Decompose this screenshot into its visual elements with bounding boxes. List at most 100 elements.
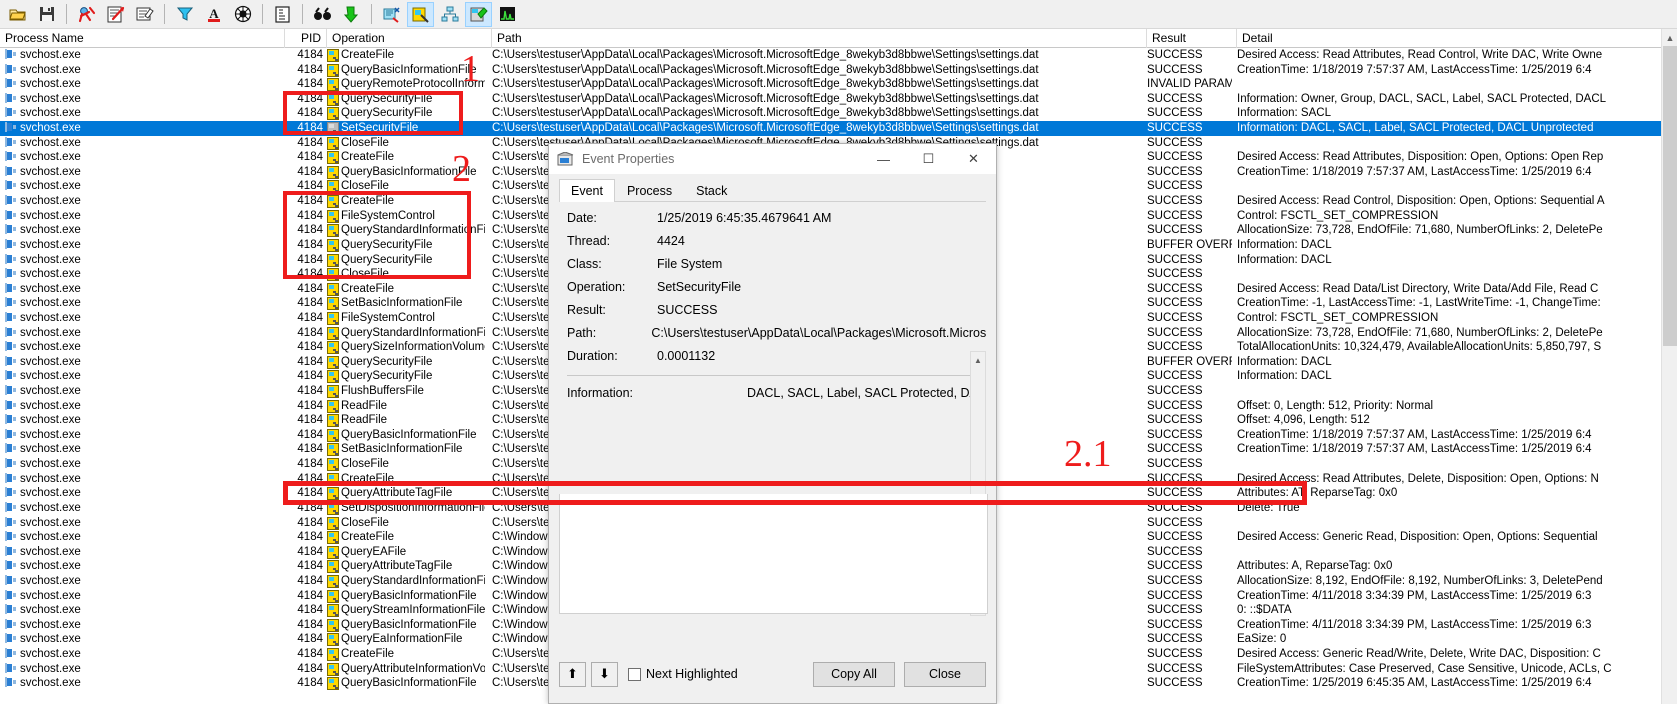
column-header-path[interactable]: Path	[492, 29, 1147, 48]
cell-operation: SetBasicInformationFile	[327, 442, 485, 457]
cell-operation: CloseFile	[327, 267, 485, 282]
cell-result: SUCCESS	[1147, 49, 1203, 61]
information-scroll-up-arrow[interactable]: ▲	[971, 352, 985, 368]
dialog-titlebar[interactable]: Event Properties — ☐ ✕	[549, 144, 996, 174]
table-row[interactable]: svchost.exe 4184 SetSecurityFile C:\Users\t…	[0, 121, 1677, 136]
field-row: Thread: 4424	[559, 234, 986, 248]
cell-detail: CreationTime: 1/25/2019 6:45:35 AM, Last…	[1237, 677, 1592, 690]
column-header-operation[interactable]: Operation	[327, 29, 492, 48]
cell-process-name: svchost.exe	[5, 647, 285, 662]
cell-detail	[1237, 457, 1657, 472]
cell-pid: 4184	[297, 472, 323, 485]
dialog-fields: Date: 1/25/2019 6:45:35.4679641 AM Thread:…	[559, 211, 986, 363]
process-icon	[5, 355, 16, 366]
column-header-result[interactable]: Result	[1147, 29, 1237, 48]
next-highlighted-checkbox[interactable]	[628, 667, 641, 681]
operation-text: QueryStandardInformationFile	[341, 574, 485, 587]
field-value: 1/25/2019 6:45:35.4679641 AM	[657, 211, 832, 225]
separator-2	[164, 4, 165, 24]
dialog-body: Event Process Stack Date: 1/25/2019 6:45:35…	[549, 177, 996, 400]
dialog-close-action-button[interactable]: Close	[904, 661, 986, 687]
field-label: Duration:	[567, 349, 618, 363]
column-header-pid[interactable]: PID	[285, 29, 327, 48]
process-icon	[5, 560, 16, 571]
operation-text: SetSecurityFile	[341, 122, 419, 135]
file-operation-icon	[327, 677, 339, 691]
table-row[interactable]: svchost.exe 4184 QuerySecurityFile C:\Users…	[0, 106, 1677, 121]
cell-detail	[1237, 545, 1657, 560]
column-header-process[interactable]: Process Name	[0, 29, 285, 48]
cell-process-name: svchost.exe	[5, 48, 285, 63]
cell-detail: Attributes: A, ReparseTag: 0x0	[1237, 560, 1393, 573]
network-activity-icon[interactable]	[436, 2, 463, 27]
profiling-icon[interactable]	[494, 2, 521, 27]
process-icon	[5, 224, 16, 235]
cell-process-name: svchost.exe	[5, 165, 285, 180]
dialog-minimize-button[interactable]: —	[861, 145, 906, 174]
capture-icon[interactable]	[73, 2, 100, 27]
cell-pid: 4184	[297, 589, 323, 602]
include-process-icon[interactable]	[229, 2, 256, 27]
table-row[interactable]: svchost.exe 4184 QueryRemoteProtocolInform…	[0, 77, 1677, 92]
process-name-text: svchost.exe	[20, 63, 81, 76]
operation-text: QuerySizeInformationVolume	[341, 341, 485, 354]
cell-process-name: svchost.exe	[5, 194, 285, 209]
field-label: Result:	[567, 303, 606, 317]
file-operation-icon	[327, 560, 339, 574]
operation-text: SetBasicInformationFile	[341, 443, 463, 456]
cell-detail: AllocationSize: 73,728, EndOfFile: 71,68…	[1237, 326, 1603, 339]
filter-icon[interactable]	[171, 2, 198, 27]
cell-result: BUFFER OVERFL	[1147, 355, 1232, 368]
main-vertical-scrollbar[interactable]: ▲	[1661, 29, 1677, 704]
cell-process-name: svchost.exe	[5, 516, 285, 531]
open-icon[interactable]	[4, 2, 31, 27]
event-properties-dialog[interactable]: Event Properties — ☐ ✕ Event Process Stack…	[548, 143, 997, 704]
tab-stack[interactable]: Stack	[684, 179, 739, 202]
cell-pid: 4184	[297, 574, 323, 587]
process-tree-icon[interactable]	[338, 2, 365, 27]
table-row[interactable]: svchost.exe 4184 QuerySecurityFile C:\Users…	[0, 92, 1677, 107]
process-name-text: svchost.exe	[20, 647, 81, 660]
copy-all-button[interactable]: Copy All	[813, 661, 895, 687]
file-operation-icon	[327, 385, 339, 399]
file-activity-icon[interactable]	[407, 1, 434, 27]
operation-text: QueryStandardInformationFile	[341, 224, 485, 237]
cell-path: C:\Users\testuser\AppData\Local\Packages…	[492, 92, 1039, 105]
scroll-thumb[interactable]	[1663, 46, 1677, 346]
file-operation-icon	[327, 107, 339, 121]
find-icon[interactable]	[309, 2, 336, 27]
dialog-close-button[interactable]: ✕	[951, 145, 996, 174]
cell-process-name: svchost.exe	[5, 238, 285, 253]
tab-event[interactable]: Event	[559, 179, 615, 202]
table-row[interactable]: svchost.exe 4184 CreateFile C:\Users\testus…	[0, 48, 1677, 63]
scroll-up-arrow[interactable]: ▲	[1662, 29, 1677, 46]
highlight-icon[interactable]: A	[200, 2, 227, 27]
cell-result: SUCCESS	[1147, 341, 1203, 354]
cell-result: SUCCESS	[1147, 647, 1203, 660]
file-operation-icon	[327, 326, 339, 340]
cell-pid: 4184	[297, 49, 323, 61]
cell-result: SUCCESS	[1147, 195, 1203, 208]
process-icon	[5, 604, 16, 615]
next-highlighted-checkbox-wrap[interactable]: Next Highlighted	[628, 667, 738, 681]
cell-result: SUCCESS	[1147, 268, 1203, 281]
next-event-button[interactable]: ⬇	[591, 661, 618, 687]
dialog-maximize-button[interactable]: ☐	[906, 145, 951, 174]
autoscroll-icon[interactable]	[102, 2, 129, 27]
operation-text: QueryRemoteProtocolInformation	[341, 78, 485, 91]
clear-display-icon[interactable]	[131, 2, 158, 27]
process-name-text: svchost.exe	[20, 545, 81, 558]
tab-process[interactable]: Process	[615, 179, 684, 202]
cell-pid: 4184	[297, 195, 323, 208]
save-icon[interactable]	[33, 2, 60, 27]
file-operation-icon	[327, 195, 339, 209]
registry-activity-icon[interactable]	[378, 2, 405, 27]
process-activity-icon[interactable]	[465, 1, 492, 27]
dialog-tabs[interactable]: Event Process Stack	[559, 177, 986, 202]
cell-process-name: svchost.exe	[5, 121, 285, 136]
jump-to-icon[interactable]	[269, 2, 296, 27]
column-header-detail[interactable]: Detail	[1237, 29, 1661, 48]
table-row[interactable]: svchost.exe 4184 QueryBasicInformationFile…	[0, 63, 1677, 78]
previous-event-button[interactable]: ⬆	[559, 661, 586, 687]
file-operation-icon	[327, 458, 339, 472]
